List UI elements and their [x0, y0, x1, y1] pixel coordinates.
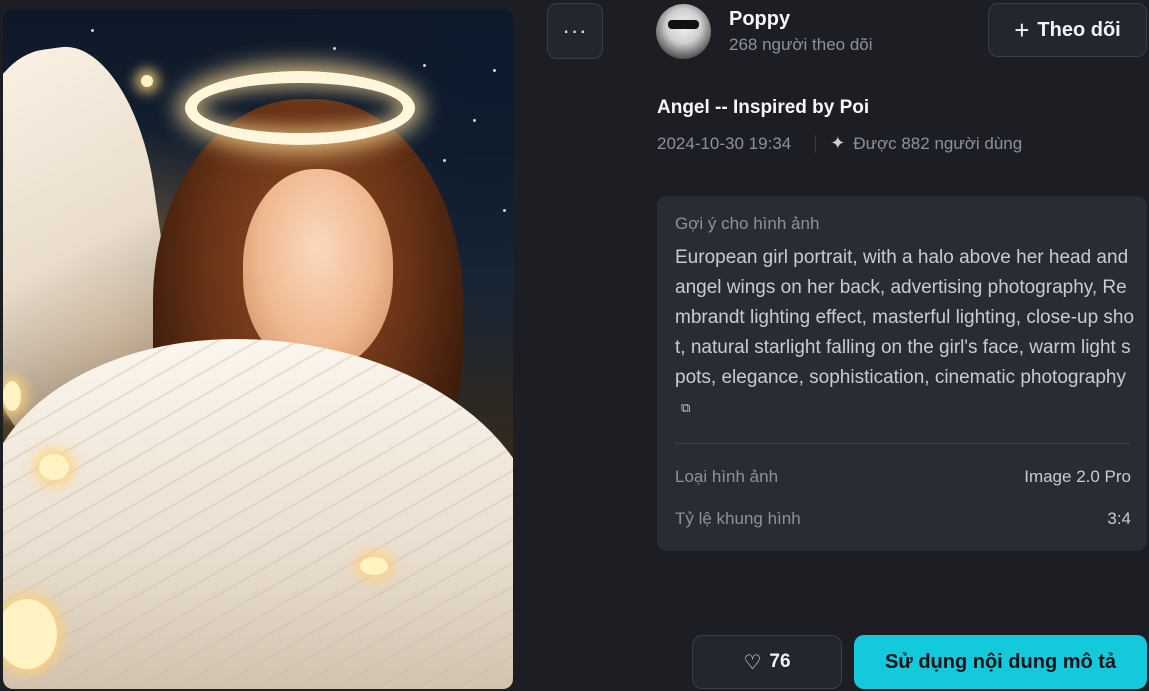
divider [675, 443, 1131, 444]
prompt-text: European girl portrait, with a halo abov… [675, 243, 1135, 424]
property-aspect-ratio: Tỷ lệ khung hình 3:4 [675, 509, 1131, 529]
heart-icon: ♡ [743, 651, 762, 674]
property-value: Image 2.0 Pro [1024, 467, 1131, 486]
author-name[interactable]: Poppy [729, 8, 790, 31]
like-count: 76 [769, 651, 791, 672]
copy-icon[interactable]: ⧉ [681, 393, 690, 423]
work-meta: 2024-10-30 19:34 ✦ Được 882 người dùng [657, 133, 1022, 154]
property-value: 3:4 [1107, 509, 1131, 528]
work-title: Angel -- Inspired by Poi [657, 97, 870, 118]
generated-image[interactable] [3, 9, 513, 689]
usage-count: Được 882 người dùng [853, 133, 1023, 153]
sparkle-icon: ✦ [830, 133, 846, 153]
plus-icon: + [1014, 15, 1030, 45]
property-key: Tỷ lệ khung hình [675, 509, 801, 528]
property-key: Loại hình ảnh [675, 467, 779, 486]
ellipsis-icon: ··· [562, 18, 588, 43]
like-button[interactable]: ♡ 76 [692, 635, 842, 689]
avatar[interactable] [656, 4, 711, 59]
timestamp: 2024-10-30 19:34 [657, 133, 792, 153]
more-options-button[interactable]: ··· [547, 3, 603, 59]
follow-label: Theo dõi [1037, 18, 1121, 41]
prompt-card: Gợi ý cho hình ảnh European girl portrai… [657, 196, 1147, 551]
prompt-label: Gợi ý cho hình ảnh [675, 214, 820, 233]
use-prompt-label: Sử dụng nội dung mô tả [884, 650, 1117, 673]
follower-count: 268 người theo dõi [729, 35, 873, 54]
use-prompt-button[interactable]: Sử dụng nội dung mô tả [854, 635, 1147, 689]
meta-divider [815, 134, 817, 153]
follow-button[interactable]: + Theo dõi [988, 3, 1147, 57]
property-image-type: Loại hình ảnh Image 2.0 Pro [675, 467, 1131, 487]
